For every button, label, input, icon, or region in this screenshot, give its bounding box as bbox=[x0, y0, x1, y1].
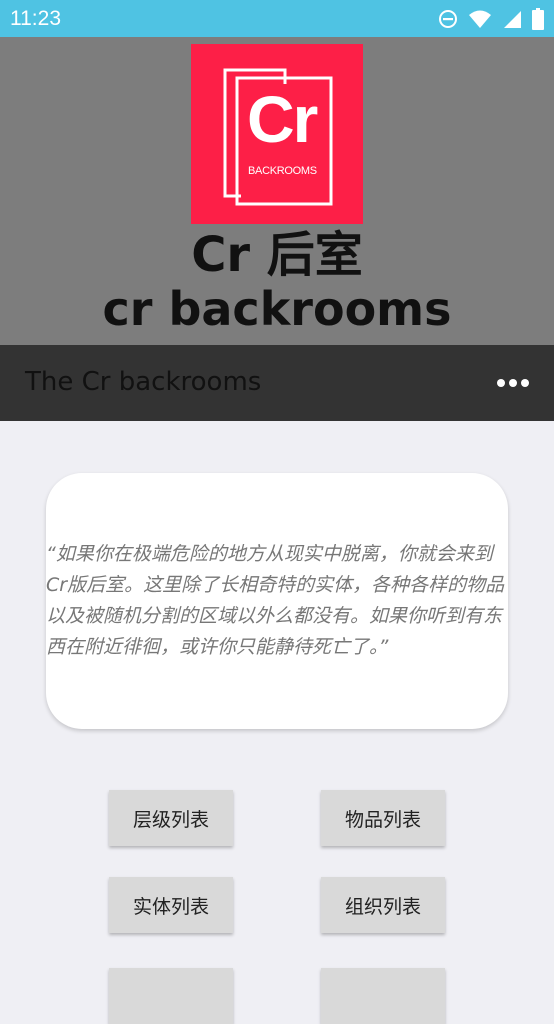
banner-title-en: cr backrooms bbox=[102, 282, 452, 336]
status-time: 11:23 bbox=[10, 6, 61, 30]
more-right-button[interactable] bbox=[321, 968, 445, 1024]
items-list-button[interactable]: 物品列表 bbox=[321, 790, 445, 846]
logo-subtext: BACKROOMS bbox=[248, 165, 317, 177]
wifi-icon bbox=[468, 9, 492, 29]
entities-list-button[interactable]: 实体列表 bbox=[109, 877, 233, 933]
more-options-icon[interactable] bbox=[490, 365, 536, 401]
app-logo: Cr BACKROOMS bbox=[191, 44, 363, 224]
more-left-button[interactable] bbox=[109, 968, 233, 1024]
app-bar: The Cr backrooms bbox=[0, 345, 554, 421]
logo-text: Cr bbox=[247, 82, 318, 156]
status-bar: 11:23 bbox=[0, 0, 554, 37]
quote-card: “如果你在极端危险的地方从现实中脱离，你就会来到Cr版后室。这里除了长相奇特的实… bbox=[46, 473, 508, 729]
levels-list-button[interactable]: 层级列表 bbox=[109, 790, 233, 846]
banner-title-cn: Cr 后室 bbox=[191, 227, 363, 283]
status-icons bbox=[438, 7, 544, 30]
header-banner: Cr BACKROOMS Cr 后室 cr backrooms bbox=[0, 37, 554, 345]
organizations-list-button[interactable]: 组织列表 bbox=[321, 877, 445, 933]
quote-text: “如果你在极端危险的地方从现实中脱离，你就会来到Cr版后室。这里除了长相奇特的实… bbox=[46, 543, 505, 658]
signal-icon bbox=[502, 9, 522, 29]
do-not-disturb-icon bbox=[438, 9, 458, 29]
app-title: The Cr backrooms bbox=[25, 367, 262, 397]
battery-icon bbox=[532, 7, 544, 30]
